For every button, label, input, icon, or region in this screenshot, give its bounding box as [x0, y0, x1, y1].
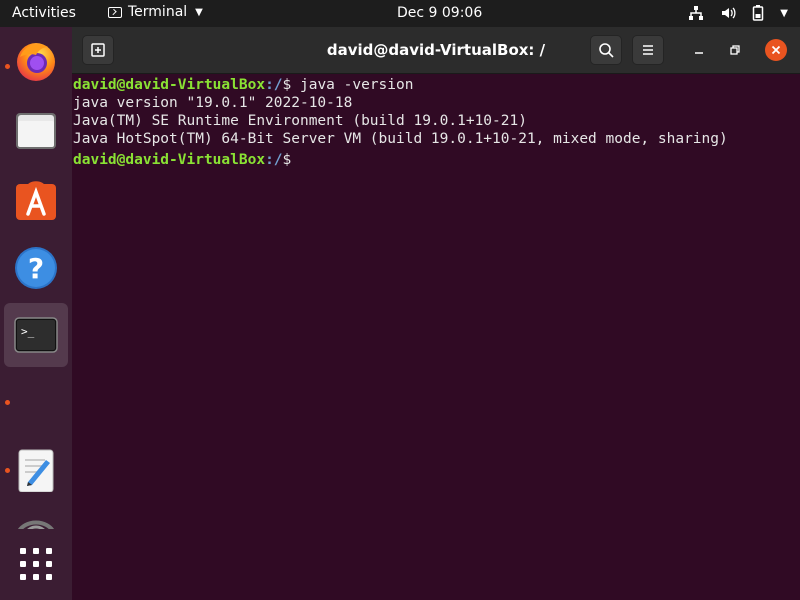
- terminal-line: Java HotSpot(TM) 64-Bit Server VM (build…: [73, 131, 728, 147]
- dock-item-help[interactable]: ?: [0, 236, 72, 300]
- minimize-icon: [695, 52, 703, 54]
- dock-item-files[interactable]: [0, 99, 72, 163]
- app-menu[interactable]: Terminal ▼: [108, 4, 203, 20]
- text-cursor: [300, 148, 309, 164]
- dock-item-partial[interactable]: [14, 515, 58, 529]
- top-bar: Activities Terminal ▼ Dec 9 09:06 ▼: [0, 0, 800, 27]
- search-button[interactable]: [590, 35, 622, 65]
- files-icon: [16, 113, 56, 149]
- running-indicator: [5, 468, 10, 473]
- ubuntu-software-icon: [16, 181, 56, 220]
- clock[interactable]: Dec 9 09:06: [397, 5, 482, 21]
- prompt-path: :/: [265, 152, 283, 168]
- command-text: $ java -version: [282, 77, 414, 93]
- app-grid-icon: [20, 548, 52, 580]
- terminal-icon: >_: [14, 317, 58, 353]
- svg-text:?: ?: [28, 252, 44, 285]
- system-menu[interactable]: ▼: [688, 5, 788, 21]
- terminal-line: david@david-VirtualBox:/$: [73, 148, 800, 168]
- network-icon: [688, 5, 704, 21]
- text-editor-icon: [18, 449, 54, 492]
- activities-button[interactable]: Activities: [12, 5, 76, 21]
- dock-item-text-editor[interactable]: [0, 438, 72, 502]
- dock-item-ubuntu-software[interactable]: [0, 168, 72, 232]
- chevron-down-icon: ▼: [780, 7, 788, 19]
- maximize-button[interactable]: [724, 39, 746, 61]
- hamburger-menu-icon: [643, 45, 653, 55]
- terminal-content[interactable]: david@david-VirtualBox:/$ java -version …: [73, 75, 800, 600]
- search-icon: [599, 43, 614, 58]
- show-applications-button[interactable]: [0, 532, 72, 596]
- dock: ? >_: [0, 27, 72, 600]
- terminal-line: java version "19.0.1" 2022-10-18: [73, 95, 353, 111]
- prompt-user: david@david-VirtualBox: [73, 77, 266, 93]
- window-header[interactable]: david@david-VirtualBox: /: [72, 27, 800, 74]
- prompt-user: david@david-VirtualBox: [73, 152, 266, 168]
- dock-item-terminal[interactable]: >_: [4, 303, 68, 367]
- volume-icon: [720, 5, 736, 21]
- terminal-small-icon: [108, 6, 122, 18]
- command-text: $: [282, 152, 300, 168]
- close-button[interactable]: [765, 39, 787, 61]
- dock-item-firefox[interactable]: [0, 29, 72, 93]
- chevron-down-icon: ▼: [195, 6, 203, 18]
- running-indicator: [5, 400, 10, 405]
- minimize-button[interactable]: [688, 39, 710, 61]
- terminal-line: david@david-VirtualBox:/$ java -version: [73, 76, 800, 94]
- menu-button[interactable]: [632, 35, 664, 65]
- terminal-line: Java(TM) SE Runtime Environment (build 1…: [73, 113, 527, 129]
- battery-icon: [752, 5, 764, 21]
- restore-icon: [730, 45, 740, 55]
- svg-text:>_: >_: [21, 325, 35, 338]
- help-icon: ?: [15, 247, 57, 289]
- app-menu-label: Terminal: [128, 4, 188, 20]
- firefox-icon: [17, 43, 55, 81]
- running-indicator: [5, 64, 10, 69]
- terminal-window: david@david-VirtualBox: / david@david-Vi…: [72, 27, 800, 600]
- close-icon: [771, 45, 781, 55]
- app-icon: [18, 520, 54, 529]
- prompt-path: :/: [265, 77, 283, 93]
